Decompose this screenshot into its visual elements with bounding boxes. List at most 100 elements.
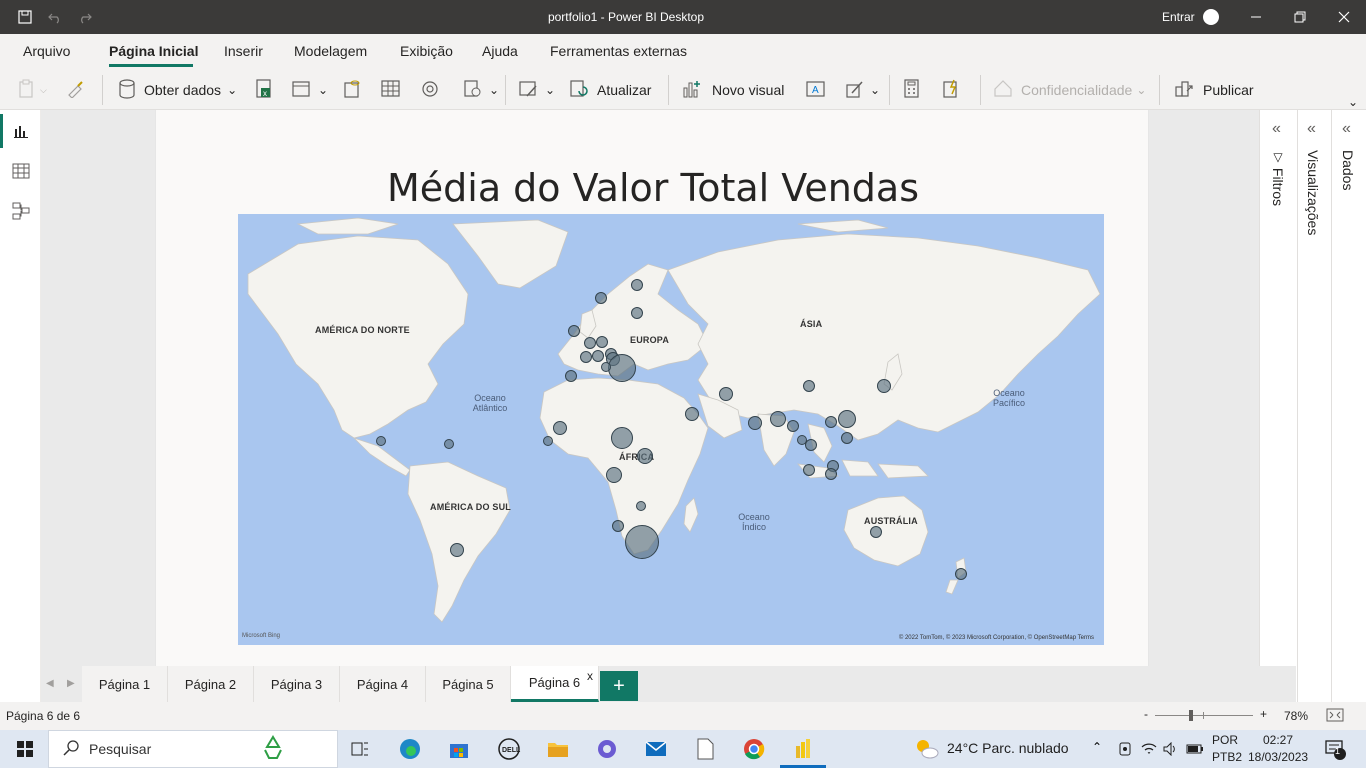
- chrome-icon[interactable]: [741, 737, 767, 761]
- map-bubble[interactable]: [543, 436, 553, 446]
- minimize-icon[interactable]: [1244, 6, 1268, 28]
- report-view-icon[interactable]: [10, 120, 32, 142]
- map-bubble[interactable]: [770, 411, 786, 427]
- language-indicator[interactable]: POR: [1212, 733, 1238, 747]
- tab-pagina-3[interactable]: Página 3: [254, 666, 340, 702]
- map-bubble[interactable]: [631, 279, 643, 291]
- model-view-icon[interactable]: [10, 200, 32, 222]
- map-bubble[interactable]: [565, 370, 577, 382]
- map-bubble[interactable]: [631, 307, 643, 319]
- document-icon[interactable]: [692, 737, 718, 761]
- map-bubble[interactable]: [580, 351, 592, 363]
- tab-modelagem[interactable]: Modelagem: [294, 43, 367, 59]
- zoom-level[interactable]: 78%: [1284, 709, 1308, 723]
- report-page[interactable]: Média do Valor Total Vendas AMÉRICA DO N…: [155, 110, 1149, 666]
- refresh-button[interactable]: Atualizar: [569, 78, 651, 102]
- map-bubble[interactable]: [601, 362, 611, 372]
- expand-data-icon[interactable]: «: [1342, 120, 1351, 138]
- map-bubble[interactable]: [787, 420, 799, 432]
- map-bubble[interactable]: [450, 543, 464, 557]
- tab-ajuda[interactable]: Ajuda: [482, 43, 518, 59]
- map-bubble[interactable]: [803, 464, 815, 476]
- new-visual-button[interactable]: Novo visual: [682, 78, 784, 102]
- more-visuals-button[interactable]: ⌄: [846, 78, 880, 102]
- edge-browser-icon[interactable]: [397, 737, 423, 761]
- map-bubble[interactable]: [838, 410, 856, 428]
- sign-in-link[interactable]: Entrar: [1162, 10, 1195, 24]
- map-bubble[interactable]: [606, 467, 622, 483]
- quick-measure-button[interactable]: [942, 78, 960, 102]
- map-bubble[interactable]: [637, 448, 653, 464]
- close-tab-icon[interactable]: x: [587, 669, 593, 683]
- map-bubble[interactable]: [595, 292, 607, 304]
- mail-icon[interactable]: [643, 737, 669, 761]
- map-bubble[interactable]: [803, 380, 815, 392]
- map-bubble[interactable]: [611, 427, 633, 449]
- map-bubble[interactable]: [748, 416, 762, 430]
- filters-pane[interactable]: « ▽ Filtros: [1259, 110, 1297, 702]
- sql-button[interactable]: [343, 78, 361, 102]
- windows-start-icon[interactable]: [12, 737, 38, 761]
- task-view-icon[interactable]: [347, 737, 373, 761]
- tab-pagina-inicial[interactable]: Página Inicial: [109, 43, 198, 59]
- restore-icon[interactable]: [1288, 6, 1312, 28]
- tab-ferramentas-externas[interactable]: Ferramentas externas: [550, 43, 687, 59]
- paste-button[interactable]: ⌵: [18, 78, 47, 102]
- battery-icon[interactable]: [1182, 737, 1208, 761]
- data-hub-button[interactable]: ⌄: [292, 78, 328, 102]
- clock-date[interactable]: 18/03/2023: [1248, 750, 1308, 764]
- expand-filters-icon[interactable]: «: [1272, 120, 1281, 138]
- map-bubble[interactable]: [592, 350, 604, 362]
- file-explorer-icon[interactable]: [545, 737, 571, 761]
- publish-button[interactable]: Publicar: [1174, 78, 1254, 102]
- map-bubble[interactable]: [612, 520, 624, 532]
- sensitivity-button[interactable]: Confidencialidade ⌄: [993, 78, 1146, 102]
- map-attribution[interactable]: © 2022 TomTom, © 2023 Microsoft Corporat…: [899, 635, 1094, 641]
- excel-button[interactable]: x: [255, 78, 273, 102]
- keyboard-layout[interactable]: PTB2: [1212, 750, 1242, 764]
- tab-pagina-1[interactable]: Página 1: [82, 666, 168, 702]
- format-painter-button[interactable]: [66, 78, 86, 102]
- map-bubble[interactable]: [636, 501, 646, 511]
- data-pane[interactable]: « Dados: [1331, 110, 1366, 702]
- text-box-button[interactable]: A: [806, 78, 826, 102]
- expand-visualizations-icon[interactable]: «: [1307, 120, 1316, 138]
- dataverse-button[interactable]: [420, 78, 440, 102]
- scroll-right-icon[interactable]: ▶: [67, 678, 75, 689]
- map-bubble[interactable]: [825, 416, 837, 428]
- tab-pagina-5[interactable]: Página 5: [426, 666, 511, 702]
- zoom-out-button[interactable]: -: [1144, 707, 1148, 721]
- map-bubble[interactable]: [584, 337, 596, 349]
- new-measure-button[interactable]: [903, 78, 921, 102]
- tab-exibicao[interactable]: Exibição: [400, 43, 453, 59]
- map-bubble[interactable]: [825, 468, 837, 480]
- map-bubble[interactable]: [685, 407, 699, 421]
- weather-icon[interactable]: [914, 737, 940, 761]
- close-icon[interactable]: [1332, 6, 1356, 28]
- dell-icon[interactable]: DELL: [496, 737, 522, 761]
- tab-pagina-6[interactable]: Página 6 x: [511, 666, 599, 702]
- copilot-icon[interactable]: [594, 737, 620, 761]
- map-visual[interactable]: AMÉRICA DO NORTE AMÉRICA DO SUL EUROPA Á…: [238, 214, 1104, 645]
- get-data-button[interactable]: Obter dados ⌄: [118, 78, 237, 102]
- table-view-icon[interactable]: [10, 160, 32, 182]
- tab-pagina-4[interactable]: Página 4: [340, 666, 426, 702]
- weather-text[interactable]: 24°C Parc. nublado: [947, 740, 1069, 756]
- map-bubble[interactable]: [596, 336, 608, 348]
- recent-sources-button[interactable]: ⌄: [463, 78, 499, 102]
- taskbar-search[interactable]: Pesquisar: [48, 730, 338, 768]
- zoom-slider-thumb[interactable]: [1189, 710, 1193, 721]
- tab-arquivo[interactable]: Arquivo: [23, 43, 70, 59]
- zoom-in-button[interactable]: +: [1260, 707, 1267, 721]
- map-bubble[interactable]: [841, 432, 853, 444]
- map-bubble[interactable]: [870, 526, 882, 538]
- volume-icon[interactable]: [1158, 737, 1184, 761]
- show-hidden-icons[interactable]: ⌃: [1092, 740, 1102, 754]
- tab-pagina-2[interactable]: Página 2: [168, 666, 254, 702]
- map-bubble[interactable]: [568, 325, 580, 337]
- add-page-button[interactable]: +: [600, 671, 638, 701]
- map-bubble[interactable]: [719, 387, 733, 401]
- map-bubble[interactable]: [376, 436, 386, 446]
- zoom-slider-track[interactable]: [1155, 715, 1253, 716]
- power-bi-icon[interactable]: [790, 737, 816, 761]
